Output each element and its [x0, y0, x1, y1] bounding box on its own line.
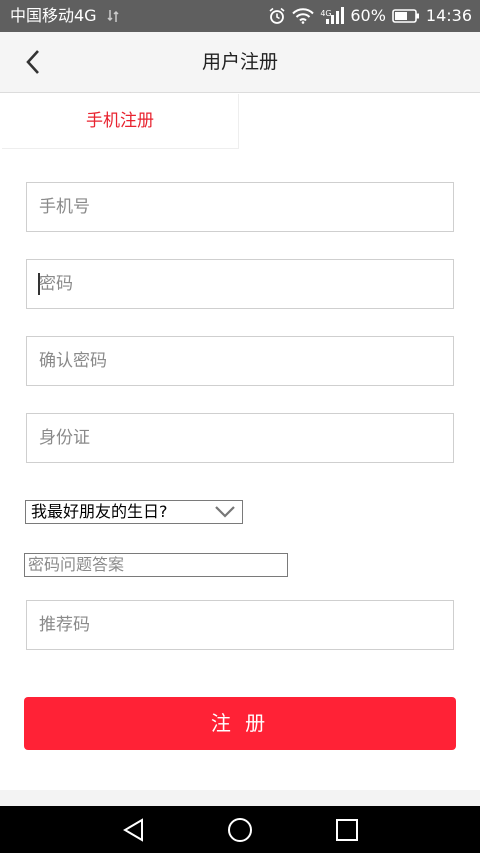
clock: 14:36: [425, 6, 472, 25]
confirm-password-input[interactable]: 确认密码: [26, 336, 454, 386]
nav-recents-icon: [336, 819, 358, 841]
referral-code-input[interactable]: 推荐码: [26, 600, 454, 650]
password-input[interactable]: 密码: [26, 259, 454, 309]
status-bar: 中国移动4G 4G 60% 14:36: [0, 0, 480, 32]
signal-icon: 4G: [320, 7, 345, 25]
referral-code-placeholder: 推荐码: [39, 615, 90, 635]
nav-back-button[interactable]: [120, 816, 148, 844]
tab-phone-register[interactable]: 手机注册: [2, 94, 239, 149]
bottom-divider: [0, 790, 480, 806]
password-placeholder: 密码: [39, 274, 73, 294]
alarm-icon: [268, 7, 286, 25]
page-title: 用户注册: [201, 51, 278, 73]
phone-input[interactable]: 手机号: [26, 182, 454, 232]
nav-home-button[interactable]: [226, 816, 254, 844]
confirm-password-placeholder: 确认密码: [39, 351, 107, 371]
battery-percent: 60%: [350, 6, 386, 25]
battery-icon: [392, 8, 420, 24]
security-question-select[interactable]: 我最好朋友的生日?: [25, 500, 243, 524]
chevron-down-icon: [215, 506, 235, 518]
register-button[interactable]: 注 册: [24, 697, 456, 750]
wifi-icon: [292, 8, 315, 24]
id-card-input[interactable]: 身份证: [26, 413, 454, 463]
carrier-label: 中国移动4G: [10, 6, 97, 25]
system-nav-bar: [0, 806, 480, 853]
nav-back-icon: [123, 818, 143, 842]
security-question-value: 我最好朋友的生日?: [31, 502, 168, 521]
id-card-placeholder: 身份证: [39, 428, 90, 448]
data-transfer-icon: [107, 9, 119, 23]
app-header: 用户注册: [0, 32, 480, 93]
nav-home-icon: [228, 818, 252, 842]
network-type-label: 4G: [320, 9, 332, 18]
security-answer-input[interactable]: 密码问题答案: [24, 553, 288, 577]
phone-placeholder: 手机号: [39, 197, 90, 217]
security-answer-placeholder: 密码问题答案: [28, 555, 125, 574]
nav-recents-button[interactable]: [333, 816, 361, 844]
